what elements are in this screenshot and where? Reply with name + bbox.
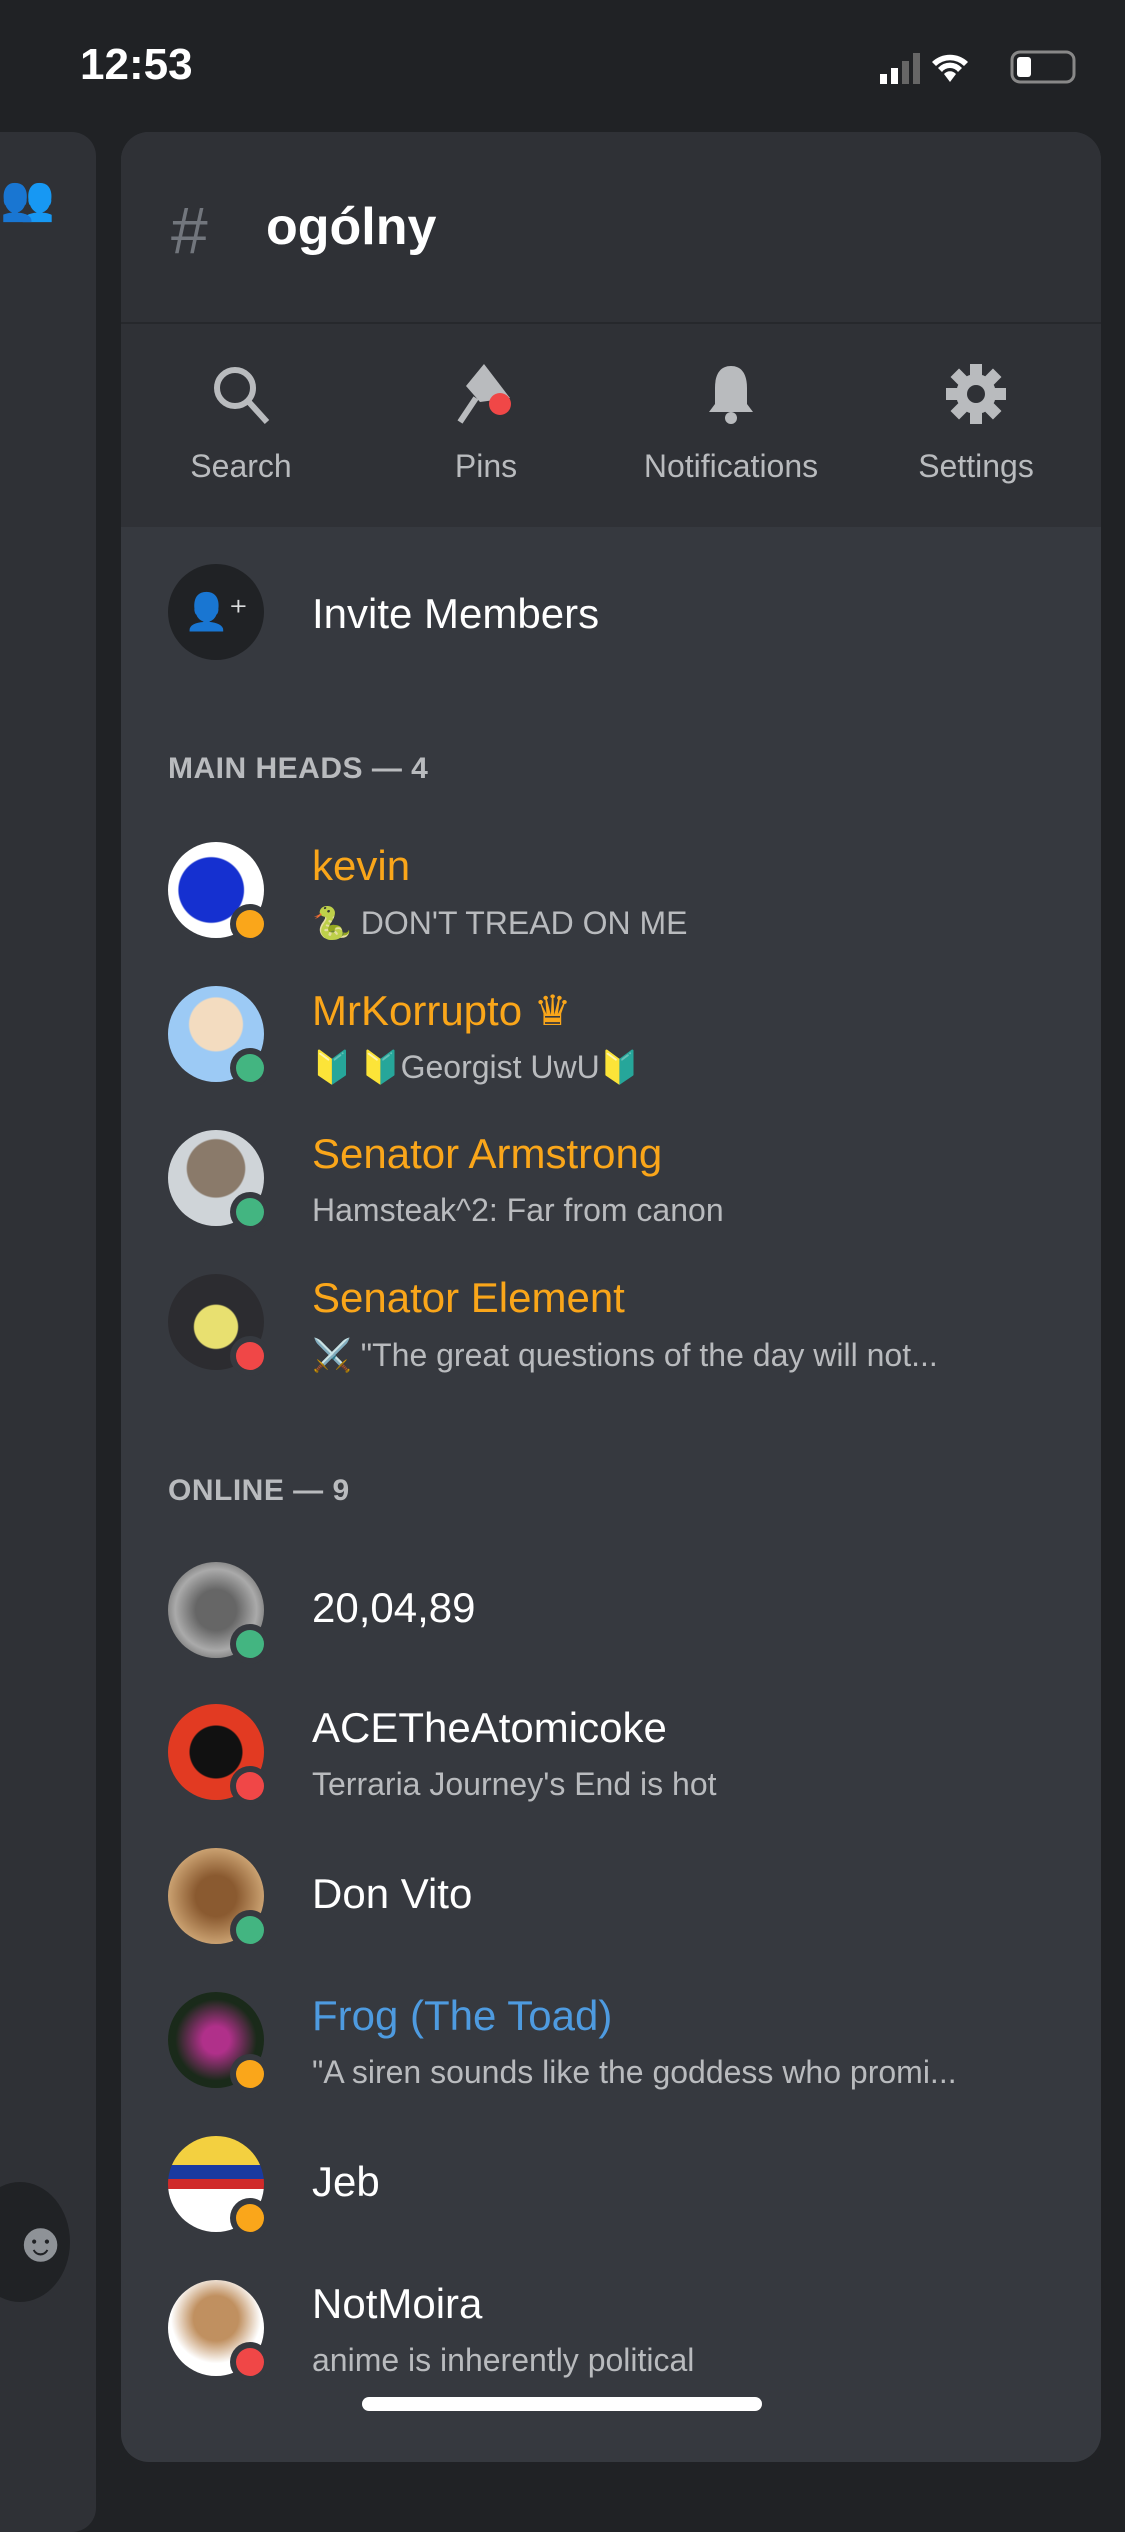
idle-status-icon bbox=[230, 2198, 270, 2238]
online-status-icon bbox=[230, 1624, 270, 1664]
hash-icon: # bbox=[171, 193, 208, 267]
pins-button[interactable]: Pins bbox=[366, 362, 606, 485]
divider bbox=[121, 322, 1101, 324]
channel-title: ogólny bbox=[266, 198, 437, 256]
idle-status-icon bbox=[230, 904, 270, 944]
settings-button[interactable]: Settings bbox=[856, 362, 1096, 485]
member-name: Don Vito bbox=[312, 1870, 473, 1917]
member-row[interactable]: kevin 🐍 DON'T TREAD ON ME bbox=[168, 842, 1068, 952]
member-status: 🐍 DON'T TREAD ON ME bbox=[312, 905, 688, 941]
section-header: ONLINE — 9 bbox=[168, 1474, 350, 1507]
settings-label: Settings bbox=[918, 448, 1034, 484]
idle-status-icon bbox=[230, 2054, 270, 2094]
crown-icon: ♛ bbox=[533, 987, 572, 1034]
member-status: 🔰 🔰Georgist UwU🔰 bbox=[312, 1049, 640, 1085]
member-row[interactable]: Don Vito bbox=[168, 1848, 1068, 1958]
section-header: MAIN HEADS — 4 bbox=[168, 752, 429, 785]
member-name: kevin bbox=[312, 842, 411, 889]
member-status: anime is inherently political bbox=[312, 2342, 695, 2378]
channel-header: # ogólny Search Pins Notifications Setti… bbox=[121, 132, 1101, 527]
member-status: Hamsteak^2: Far from canon bbox=[312, 1192, 724, 1228]
invite-members-button[interactable]: 👤⁺ Invite Members bbox=[168, 564, 1048, 660]
server-sidebar: 👥 ☻ bbox=[0, 132, 96, 2532]
online-status-icon bbox=[230, 1048, 270, 1088]
member-name: NotMoira bbox=[312, 2280, 483, 2327]
gear-icon bbox=[946, 364, 1006, 424]
notifications-label: Notifications bbox=[643, 448, 819, 484]
member-name: Frog (The Toad) bbox=[312, 1992, 613, 2039]
member-name: Jeb bbox=[312, 2158, 380, 2205]
channel-drawer: # ogólny Search Pins Notifications Setti… bbox=[121, 132, 1101, 2462]
add-user-icon: 👤⁺ bbox=[168, 564, 264, 660]
member-row[interactable]: 20,04,89 bbox=[168, 1562, 1068, 1672]
member-name: ACETheAtomicoke bbox=[312, 1704, 667, 1751]
signal-wifi-battery-icon bbox=[880, 50, 1076, 84]
status-icons bbox=[880, 48, 1080, 93]
search-button[interactable]: Search bbox=[121, 362, 361, 485]
online-status-icon bbox=[230, 1910, 270, 1950]
search-label: Search bbox=[190, 448, 292, 484]
pin-icon bbox=[457, 364, 511, 424]
dnd-status-icon bbox=[230, 2342, 270, 2382]
member-name: 20,04,89 bbox=[312, 1584, 476, 1631]
home-indicator bbox=[362, 2397, 762, 2411]
search-icon bbox=[214, 367, 270, 425]
member-status: Terraria Journey's End is hot bbox=[312, 1766, 717, 1802]
dnd-status-icon bbox=[230, 1766, 270, 1806]
member-name: Senator Element bbox=[312, 1274, 625, 1321]
member-row[interactable]: Jeb bbox=[168, 2136, 1068, 2246]
member-name: MrKorrupto bbox=[312, 987, 523, 1034]
member-row[interactable]: MrKorrupto ♛ 🔰 🔰Georgist UwU🔰 bbox=[168, 986, 1068, 1096]
pins-label: Pins bbox=[454, 448, 518, 484]
member-status: "A siren sounds like the goddess who pro… bbox=[312, 2054, 957, 2090]
member-row[interactable]: Senator Armstrong Hamsteak^2: Far from c… bbox=[168, 1130, 1068, 1240]
member-status: ⚔️ "The great questions of the day will … bbox=[312, 1337, 938, 1373]
online-status-icon bbox=[230, 1192, 270, 1232]
dnd-status-icon bbox=[230, 1336, 270, 1376]
member-row[interactable]: ACETheAtomicoke Terraria Journey's End i… bbox=[168, 1704, 1068, 1814]
bell-icon bbox=[709, 366, 753, 424]
member-row[interactable]: Frog (The Toad) "A siren sounds like the… bbox=[168, 1992, 1068, 2102]
member-row[interactable]: NotMoira anime is inherently political bbox=[168, 2280, 1068, 2390]
status-time: 12:53 bbox=[80, 40, 193, 89]
member-name: Senator Armstrong bbox=[312, 1130, 663, 1177]
member-row[interactable]: Senator Element ⚔️ "The great questions … bbox=[168, 1274, 1068, 1384]
members-icon[interactable]: 👥 bbox=[0, 172, 55, 232]
notifications-button[interactable]: Notifications bbox=[611, 362, 851, 485]
emoji-button[interactable]: ☻ bbox=[0, 2182, 70, 2302]
invite-label: Invite Members bbox=[312, 590, 600, 637]
